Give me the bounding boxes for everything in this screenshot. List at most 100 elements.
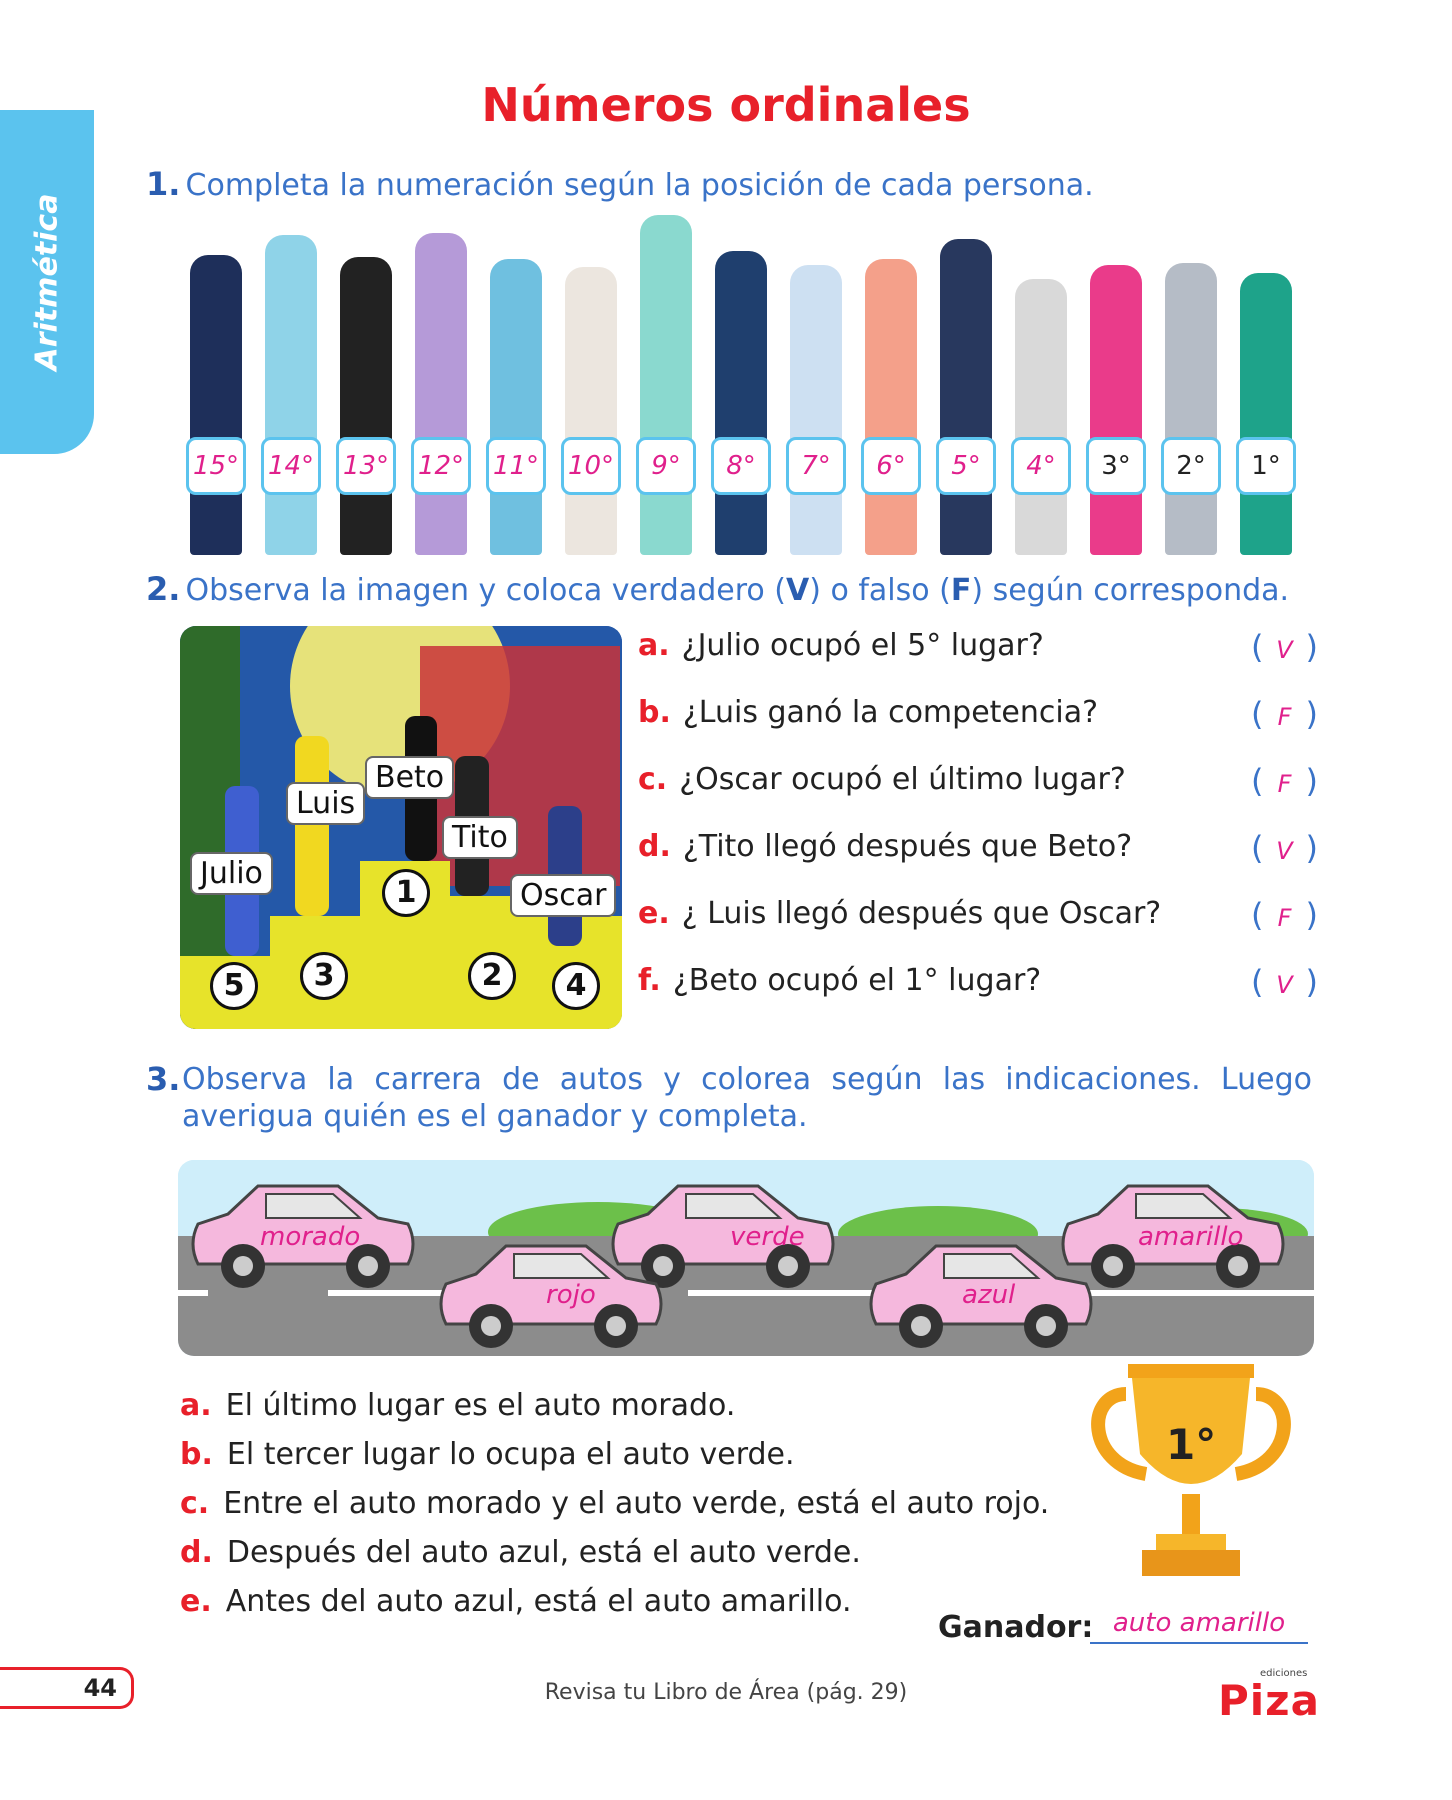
ordinal-boxes: 15° 14° 13° 12° 11° 10° 9° 8° 7° 6° 5° 4° 3° 2° 1°: [186, 437, 1306, 495]
side-tab-label: Aritmética: [29, 193, 65, 371]
car-label-rojo: rojo: [546, 1280, 596, 1310]
ordinal-box[interactable]: 4°: [1011, 437, 1071, 495]
item-letter: a.: [638, 628, 670, 663]
indication-text: El tercer lugar lo ocupa el auto verde.: [226, 1437, 795, 1472]
item-question: ¿Beto ocupó el 1° lugar?: [672, 963, 1042, 998]
trophy-label: 1°: [1166, 1420, 1217, 1469]
indication-text: Antes del auto azul, está el auto amaril…: [225, 1584, 852, 1619]
people-line-image: [186, 215, 1306, 555]
name-label-julio: Julio: [190, 852, 273, 895]
true-false-item: d. ¿Tito llegó después que Beto? (V): [638, 829, 1318, 867]
side-tab: Aritmética: [0, 110, 94, 454]
podium-number: 1: [382, 869, 430, 917]
car-label-azul: azul: [962, 1280, 1016, 1310]
question-number: 3.: [146, 1060, 181, 1098]
person-figure: [940, 239, 992, 555]
item-question: ¿Julio ocupó el 5° lugar?: [681, 628, 1044, 663]
true-false-item: e. ¿ Luis llegó después que Oscar? (F): [638, 896, 1318, 934]
item-letter: c.: [180, 1486, 210, 1521]
true-false-item: b. ¿Luis ganó la competencia? (F): [638, 695, 1318, 733]
indication-text: Después del auto azul, está el auto verd…: [226, 1535, 861, 1570]
person-figure: [640, 215, 692, 555]
question-2: 2. Observa la imagen y coloca verdadero …: [146, 570, 1289, 608]
ordinal-box[interactable]: 10°: [561, 437, 621, 495]
podium-number: 5: [210, 962, 258, 1010]
ordinal-box[interactable]: 6°: [861, 437, 921, 495]
answer-value: V: [1276, 636, 1293, 664]
indication-item: e. Antes del auto azul, está el auto amar…: [180, 1584, 852, 1619]
item-letter: d.: [638, 829, 671, 864]
ordinal-box[interactable]: 5°: [936, 437, 996, 495]
person-figure: [340, 257, 392, 555]
winner-answer-field[interactable]: auto amarillo: [1090, 1608, 1308, 1644]
person-figure: [1090, 265, 1142, 555]
answer-value: F: [1277, 703, 1292, 731]
question-number: 1.: [146, 165, 181, 203]
trophy-icon: [1091, 1364, 1291, 1576]
true-false-item: a. ¿Julio ocupó el 5° lugar? (V): [638, 628, 1318, 666]
item-letter: b.: [638, 695, 671, 730]
person-figure: [490, 259, 542, 555]
ordinal-box[interactable]: 7°: [786, 437, 846, 495]
item-question: ¿Luis ganó la competencia?: [682, 695, 1099, 730]
person-figure: [265, 235, 317, 555]
item-letter: c.: [638, 762, 668, 797]
indication-item: b. El tercer lugar lo ocupa el auto verde…: [180, 1437, 795, 1472]
ordinal-box[interactable]: 15°: [186, 437, 246, 495]
item-letter: d.: [180, 1535, 213, 1570]
ordinal-box[interactable]: 12°: [411, 437, 471, 495]
item-letter: e.: [180, 1584, 212, 1619]
ordinal-box[interactable]: 8°: [711, 437, 771, 495]
item-letter: a.: [180, 1388, 212, 1423]
question-1: 1. Completa la numeración según la posic…: [146, 165, 1094, 203]
answer-value: F: [1277, 770, 1292, 798]
name-label-beto: Beto: [365, 756, 455, 799]
answer-value: V: [1276, 971, 1293, 999]
indication-item: d. Después del auto azul, está el auto ve…: [180, 1535, 861, 1570]
item-letter: e.: [638, 896, 670, 931]
podium-number: 3: [300, 952, 348, 1000]
person-figure: [1165, 263, 1217, 555]
question-text: Observa la carrera de autos y colorea se…: [182, 1062, 1312, 1134]
publisher-logo: Piza: [1218, 1676, 1320, 1725]
answer-box[interactable]: (F): [1251, 762, 1318, 800]
indication-item: c. Entre el auto morado y el auto verde, …: [180, 1486, 1049, 1521]
race-scene: [178, 1160, 1314, 1356]
answer-box[interactable]: (V): [1251, 829, 1318, 867]
item-letter: f.: [638, 963, 661, 998]
page-title: Números ordinales: [481, 78, 971, 132]
car-label-amarillo: amarillo: [1138, 1222, 1244, 1252]
answer-value: V: [1276, 837, 1293, 865]
person-figure: [715, 251, 767, 555]
answer-box[interactable]: (F): [1251, 896, 1318, 934]
question-3: 3. Observa la carrera de autos y colorea…: [146, 1060, 1312, 1135]
item-question: ¿ Luis llegó después que Oscar?: [681, 896, 1162, 931]
person-figure: [790, 265, 842, 555]
ordinal-box[interactable]: 1°: [1236, 437, 1296, 495]
car-label-verde: verde: [730, 1222, 805, 1252]
name-label-tito: Tito: [442, 816, 518, 859]
indication-text: Entre el auto morado y el auto verde, es…: [223, 1486, 1050, 1521]
question-text: Completa la numeración según la posición…: [185, 168, 1094, 203]
ordinal-box[interactable]: 11°: [486, 437, 546, 495]
name-label-luis: Luis: [286, 782, 366, 825]
ordinal-box[interactable]: 3°: [1086, 437, 1146, 495]
podium-number: 2: [468, 952, 516, 1000]
indication-text: El último lugar es el auto morado.: [225, 1388, 736, 1423]
answer-box[interactable]: (V): [1251, 963, 1318, 1001]
ordinal-box[interactable]: 9°: [636, 437, 696, 495]
answer-box[interactable]: (F): [1251, 695, 1318, 733]
ordinal-box[interactable]: 14°: [261, 437, 321, 495]
item-letter: b.: [180, 1437, 213, 1472]
podium-number: 4: [552, 962, 600, 1010]
true-false-item: f. ¿Beto ocupó el 1° lugar? (V): [638, 963, 1318, 1001]
winner-label: Ganador:: [938, 1610, 1094, 1645]
ordinal-box[interactable]: 2°: [1161, 437, 1221, 495]
ordinal-box[interactable]: 13°: [336, 437, 396, 495]
answer-box[interactable]: (V): [1251, 628, 1318, 666]
person-figure: [565, 267, 617, 555]
person-figure: [1240, 273, 1292, 555]
person-figure: [415, 233, 467, 555]
indication-item: a. El último lugar es el auto morado.: [180, 1388, 735, 1423]
true-false-item: c. ¿Oscar ocupó el último lugar? (F): [638, 762, 1318, 800]
